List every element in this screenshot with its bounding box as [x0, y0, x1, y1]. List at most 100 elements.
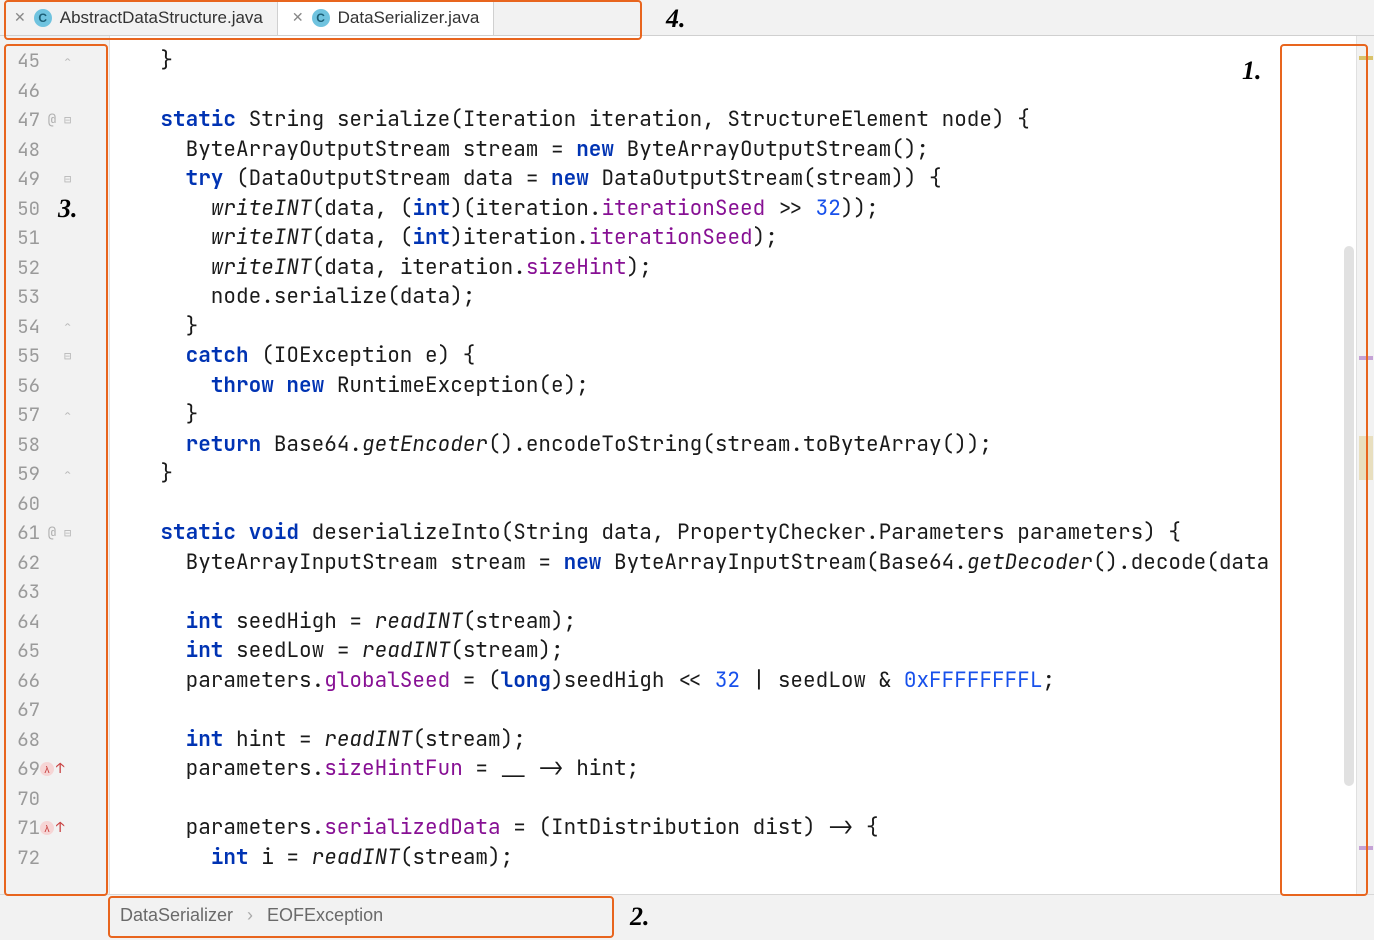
code-line[interactable]: parameters.serializedData = (IntDistribu… — [110, 813, 1356, 843]
fold-icon[interactable]: ⌃ — [64, 318, 82, 334]
line-number: 60 — [6, 491, 40, 516]
line-number: 56 — [6, 373, 40, 398]
code-line[interactable] — [110, 695, 1356, 725]
code-line[interactable]: } — [110, 46, 1356, 76]
gutter-row[interactable]: 49 ⊟ — [0, 164, 109, 194]
java-class-icon: C — [312, 9, 330, 27]
code-line[interactable]: writeINT(data, iteration.sizeHint); — [110, 253, 1356, 283]
close-icon[interactable]: ✕ — [292, 9, 304, 26]
gutter-row[interactable]: 55⊟ — [0, 341, 109, 371]
gutter-row[interactable]: 50 — [0, 194, 109, 224]
code-line[interactable]: throw new RuntimeException(e); — [110, 371, 1356, 401]
code-line[interactable]: int seedLow = readINT(stream); — [110, 636, 1356, 666]
fold-icon[interactable]: ⊟ — [64, 348, 82, 364]
error-strip-marker[interactable] — [1359, 56, 1373, 60]
fold-icon[interactable]: ⌃ — [64, 466, 82, 482]
gutter-row[interactable]: 57⌃ — [0, 400, 109, 430]
line-number: 49 — [6, 166, 40, 191]
gutter-mark: @ — [40, 524, 64, 542]
code-line[interactable]: writeINT(data, (int)iteration.iterationS… — [110, 223, 1356, 253]
gutter-row[interactable]: 64 — [0, 607, 109, 637]
fold-icon[interactable]: ⊟ — [64, 171, 82, 187]
gutter-row[interactable]: 69λ↑ — [0, 754, 109, 784]
gutter-row[interactable]: 71λ↑ — [0, 813, 109, 843]
gutter-row[interactable]: 51 — [0, 223, 109, 253]
error-strip-marker[interactable] — [1359, 436, 1373, 480]
line-number: 61 — [6, 520, 40, 545]
code-line[interactable]: parameters.sizeHintFun = __ -> hint; — [110, 754, 1356, 784]
gutter-row[interactable]: 65 — [0, 636, 109, 666]
gutter-row[interactable]: 45⌃ — [0, 46, 109, 76]
code-line[interactable] — [110, 784, 1356, 814]
code-line[interactable]: ByteArrayInputStream stream = new ByteAr… — [110, 548, 1356, 578]
gutter-row[interactable]: 63 — [0, 577, 109, 607]
gutter-row[interactable]: 46 — [0, 76, 109, 106]
gutter-row[interactable]: 58 — [0, 430, 109, 460]
code-line[interactable]: int i = readINT(stream); — [110, 843, 1356, 873]
editor-code-area[interactable]: } static String serialize(Iteration iter… — [110, 36, 1356, 894]
gutter-row[interactable]: 72 — [0, 843, 109, 873]
line-number: 46 — [6, 78, 40, 103]
line-number: 72 — [6, 845, 40, 870]
editor-main: 45⌃4647@⊟4849⊟5051525354⌃55⊟5657⌃5859⌃60… — [0, 36, 1374, 894]
code-line[interactable]: } — [110, 312, 1356, 342]
error-strip-marker[interactable] — [1359, 356, 1373, 360]
line-number: 65 — [6, 638, 40, 663]
code-line[interactable]: int seedHigh = readINT(stream); — [110, 607, 1356, 637]
code-line[interactable]: ByteArrayOutputStream stream = new ByteA… — [110, 135, 1356, 165]
code-line[interactable]: } — [110, 459, 1356, 489]
line-number: 50 — [6, 196, 40, 221]
code-line[interactable]: catch (IOException e) { — [110, 341, 1356, 371]
lambda-icon: λ↑ — [40, 760, 64, 778]
gutter-row[interactable]: 54⌃ — [0, 312, 109, 342]
gutter-row[interactable]: 60 — [0, 489, 109, 519]
gutter-mark: λ↑ — [40, 760, 64, 779]
code-line[interactable]: } — [110, 400, 1356, 430]
error-strip-marker[interactable] — [1359, 846, 1373, 850]
editor-tabs: ✕ C AbstractDataStructure.java ✕ C DataS… — [0, 0, 1374, 36]
tab-label: AbstractDataStructure.java — [60, 8, 263, 28]
code-line[interactable] — [110, 489, 1356, 519]
gutter-row[interactable]: 47@⊟ — [0, 105, 109, 135]
breadcrumb-item[interactable]: EOFException — [267, 905, 383, 926]
code-line[interactable] — [110, 577, 1356, 607]
line-number: 47 — [6, 107, 40, 132]
gutter-row[interactable]: 68 — [0, 725, 109, 755]
editor-gutter[interactable]: 45⌃4647@⊟4849⊟5051525354⌃55⊟5657⌃5859⌃60… — [0, 36, 110, 894]
line-number: 67 — [6, 697, 40, 722]
fold-icon[interactable]: ⌃ — [64, 407, 82, 423]
code-line[interactable]: writeINT(data, (int)(iteration.iteration… — [110, 194, 1356, 224]
fold-icon[interactable]: ⌃ — [64, 53, 82, 69]
gutter-row[interactable]: 59 ⌃ — [0, 459, 109, 489]
gutter-row[interactable]: 56 — [0, 371, 109, 401]
code-line[interactable]: parameters.globalSeed = (long)seedHigh <… — [110, 666, 1356, 696]
code-line[interactable]: static void deserializeInto(String data,… — [110, 518, 1356, 548]
code-line[interactable]: return Base64.getEncoder().encodeToStrin… — [110, 430, 1356, 460]
code-line[interactable]: static String serialize(Iteration iterat… — [110, 105, 1356, 135]
gutter-row[interactable]: 61@⊟ — [0, 518, 109, 548]
code-line[interactable] — [110, 76, 1356, 106]
gutter-row[interactable]: 52 — [0, 253, 109, 283]
breadcrumb-bar: DataSerializer › EOFException — [0, 894, 1374, 936]
code-line[interactable]: int hint = readINT(stream); — [110, 725, 1356, 755]
breadcrumb-item[interactable]: DataSerializer — [120, 905, 233, 926]
gutter-row[interactable]: 67 — [0, 695, 109, 725]
code-line[interactable]: node.serialize(data); — [110, 282, 1356, 312]
line-number: 59 — [6, 461, 40, 486]
fold-icon[interactable]: ⊟ — [64, 525, 82, 541]
close-icon[interactable]: ✕ — [14, 9, 26, 26]
gutter-row[interactable]: 66 — [0, 666, 109, 696]
code-line[interactable]: try (DataOutputStream data = new DataOut… — [110, 164, 1356, 194]
vertical-scrollbar[interactable] — [1344, 246, 1354, 786]
tab-label: DataSerializer.java — [338, 8, 480, 28]
gutter-row[interactable]: 70 — [0, 784, 109, 814]
gutter-row[interactable]: 48 — [0, 135, 109, 165]
gutter-row[interactable]: 53 — [0, 282, 109, 312]
tab-abstractdatastructure[interactable]: ✕ C AbstractDataStructure.java — [0, 0, 278, 35]
tab-dataserializer[interactable]: ✕ C DataSerializer.java — [278, 0, 494, 35]
error-strip[interactable] — [1356, 36, 1374, 894]
line-number: 70 — [6, 786, 40, 811]
gutter-row[interactable]: 62 — [0, 548, 109, 578]
fold-icon[interactable]: ⊟ — [64, 112, 82, 128]
line-number: 51 — [6, 225, 40, 250]
